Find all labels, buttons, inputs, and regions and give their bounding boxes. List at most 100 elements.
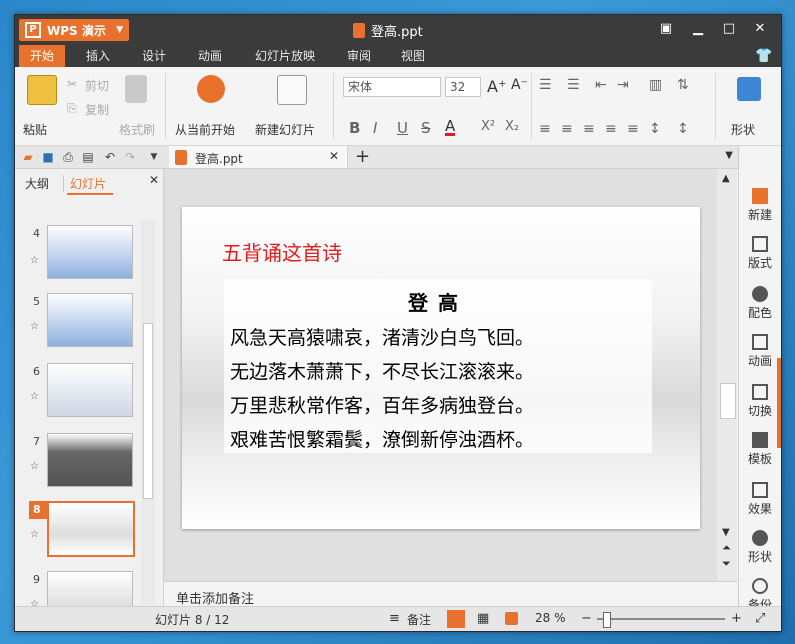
folder-icon[interactable]: ▰: [21, 150, 35, 164]
new-slide-icon[interactable]: [277, 75, 307, 105]
columns-icon[interactable]: ▥: [649, 77, 662, 93]
bold-icon[interactable]: B: [349, 119, 360, 137]
new-slide-button[interactable]: 新建幻灯片: [255, 121, 315, 138]
subscript-icon[interactable]: X₂: [505, 119, 519, 134]
panel-expand-handle[interactable]: [777, 358, 781, 448]
bullet-list-icon[interactable]: ☰: [539, 77, 552, 93]
align-right-icon[interactable]: ≡: [583, 121, 595, 137]
print-preview-icon[interactable]: ▤: [81, 150, 95, 164]
scroll-thumb[interactable]: [143, 323, 153, 499]
zoom-in-icon[interactable]: +: [731, 611, 742, 626]
maximize-button[interactable]: □: [718, 19, 740, 39]
slide-thumbnail[interactable]: [47, 433, 133, 487]
prev-slide-icon[interactable]: ⏶: [722, 541, 731, 555]
print-icon[interactable]: ⎙: [61, 150, 75, 164]
tab-home[interactable]: 开始: [19, 45, 65, 67]
play-slideshow-icon[interactable]: [197, 75, 225, 103]
numbered-list-icon[interactable]: ☰: [567, 77, 580, 93]
tab-menu-icon[interactable]: ▼: [725, 150, 733, 161]
distribute-icon[interactable]: ≡: [627, 121, 639, 137]
new-tab-icon[interactable]: +: [355, 146, 370, 168]
shrink-font-icon[interactable]: A⁻: [511, 77, 528, 93]
task-shape[interactable]: 形状: [739, 530, 781, 565]
slide-sorter-icon[interactable]: ▦: [477, 611, 489, 626]
copy-button[interactable]: 复制: [85, 101, 109, 118]
align-left-icon[interactable]: ≡: [539, 121, 551, 137]
current-slide[interactable]: 五背诵这首诗 登高 风急天高猿啸哀，渚清沙白鸟飞回。 无边落木萧萧下，不尽长江滚…: [182, 207, 700, 529]
chevron-down-icon[interactable]: ▼: [147, 150, 161, 164]
task-color[interactable]: 配色: [739, 286, 781, 321]
slide-thumbnail[interactable]: [47, 571, 133, 609]
canvas-scrollbar[interactable]: ▲ ▼ ⏶ ⏷: [717, 169, 737, 581]
next-slide-icon[interactable]: ⏷: [722, 557, 731, 571]
font-name-select[interactable]: 宋体: [343, 77, 441, 97]
normal-view-icon[interactable]: [447, 610, 465, 628]
zoom-slider-thumb[interactable]: [602, 612, 611, 628]
fit-window-icon[interactable]: ⤢: [755, 611, 765, 626]
undo-icon[interactable]: ↶: [103, 150, 117, 164]
slide-thumbnail-selected[interactable]: [47, 501, 135, 557]
shape-button[interactable]: 形状: [731, 121, 755, 138]
notes-area[interactable]: 单击添加备注: [164, 581, 737, 608]
line-spacing-icon[interactable]: ↕: [649, 121, 661, 137]
from-current-button[interactable]: 从当前开始: [175, 121, 235, 138]
notes-toggle-button[interactable]: 备注: [407, 611, 431, 628]
paste-icon[interactable]: [27, 75, 57, 105]
scroll-up-icon[interactable]: ▲: [722, 173, 730, 184]
slide-thumbnail[interactable]: [47, 363, 133, 417]
format-painter-icon[interactable]: [125, 75, 147, 103]
format-painter-button[interactable]: 格式刷: [119, 121, 155, 138]
paragraph-spacing-icon[interactable]: ↕: [677, 121, 689, 137]
task-new[interactable]: 新建: [739, 188, 781, 223]
task-template[interactable]: 模板: [739, 432, 781, 467]
cut-button[interactable]: 剪切: [85, 77, 109, 94]
panel-scrollbar[interactable]: [141, 219, 155, 605]
document-tab[interactable]: 登高.ppt ✕: [169, 146, 348, 168]
task-animation[interactable]: 动画: [739, 334, 781, 369]
underline-icon[interactable]: U: [397, 119, 408, 137]
tab-view[interactable]: 视图: [391, 45, 435, 67]
redo-icon[interactable]: ↷: [123, 150, 137, 164]
tab-insert[interactable]: 插入: [75, 45, 121, 67]
notes-icon[interactable]: ≡: [389, 611, 400, 626]
tab-slideshow[interactable]: 幻灯片放映: [247, 45, 323, 67]
task-effect[interactable]: 效果: [739, 482, 781, 517]
shirt-icon[interactable]: 👕: [751, 45, 777, 67]
slide-thumbnail[interactable]: [47, 225, 133, 279]
close-panel-icon[interactable]: ✕: [149, 173, 159, 187]
shape-icon[interactable]: [737, 77, 761, 101]
task-layout[interactable]: 版式: [739, 236, 781, 271]
paste-button[interactable]: 粘贴: [23, 121, 47, 138]
tab-outline[interactable]: 大纲: [25, 175, 49, 192]
tab-slides[interactable]: 幻灯片: [63, 175, 106, 192]
save-icon[interactable]: ■: [41, 150, 55, 164]
minimize-button[interactable]: ▁: [687, 19, 709, 39]
close-tab-icon[interactable]: ✕: [329, 149, 339, 163]
scroll-thumb[interactable]: [720, 383, 736, 419]
skin-icon[interactable]: ▣: [655, 19, 677, 39]
grow-font-icon[interactable]: A⁺: [487, 77, 506, 96]
decrease-indent-icon[interactable]: ⇤: [595, 77, 607, 93]
increase-indent-icon[interactable]: ⇥: [617, 77, 629, 93]
italic-icon[interactable]: I: [373, 119, 377, 137]
font-size-select[interactable]: 32: [445, 77, 481, 97]
poem-textbox[interactable]: 登高 风急天高猿啸哀，渚清沙白鸟飞回。 无边落木萧萧下，不尽长江滚滚来。 万里悲…: [224, 279, 652, 453]
justify-icon[interactable]: ≡: [605, 121, 617, 137]
align-center-icon[interactable]: ≡: [561, 121, 573, 137]
font-color-icon[interactable]: A: [445, 119, 456, 136]
text-direction-icon[interactable]: ⇅: [677, 77, 689, 93]
app-menu-button[interactable]: P WPS 演示 ▼: [19, 19, 129, 41]
tab-animation[interactable]: 动画: [187, 45, 233, 67]
play-icon[interactable]: [505, 612, 518, 625]
zoom-out-icon[interactable]: −: [581, 611, 592, 626]
slide-heading[interactable]: 五背诵这首诗: [222, 237, 342, 266]
close-button[interactable]: ✕: [749, 19, 771, 39]
zoom-slider[interactable]: [597, 612, 725, 628]
tab-design[interactable]: 设计: [131, 45, 177, 67]
scroll-down-icon[interactable]: ▼: [722, 527, 730, 538]
slide-thumbnail[interactable]: [47, 293, 133, 347]
strikethrough-icon[interactable]: S: [421, 119, 431, 137]
task-transition[interactable]: 切换: [739, 384, 781, 419]
tab-review[interactable]: 审阅: [337, 45, 381, 67]
superscript-icon[interactable]: X²: [481, 119, 495, 134]
